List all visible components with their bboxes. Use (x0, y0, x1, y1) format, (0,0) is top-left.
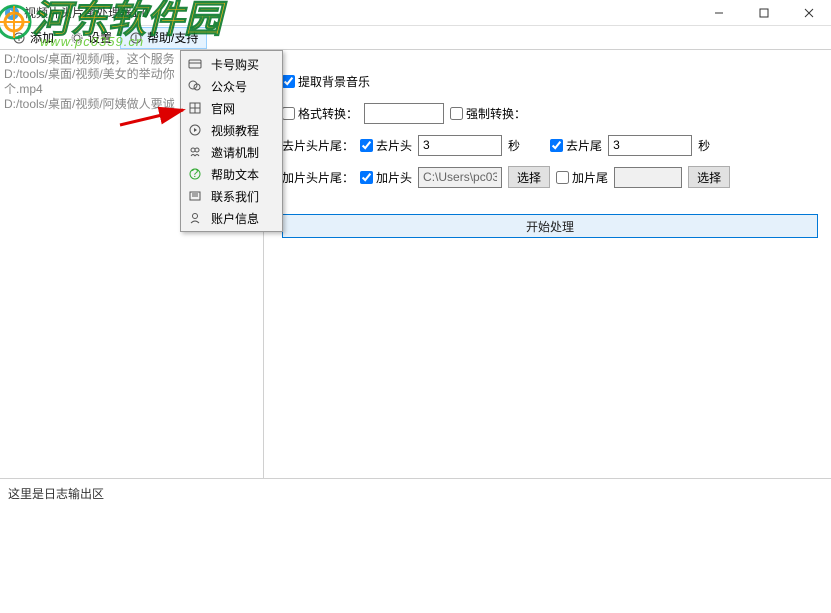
dropdown-label: 卡号购买 (211, 56, 259, 73)
maximize-button[interactable] (741, 0, 786, 26)
dropdown-label: 邀请机制 (211, 144, 259, 161)
help-icon: i (129, 31, 143, 45)
title-bar: 视频片头片尾处理器1.0 (0, 0, 831, 26)
dropdown-item-invite[interactable]: 邀请机制 (183, 141, 280, 163)
app-icon (4, 5, 20, 21)
menu-bar: 添加 设置 i 帮助/支持 (0, 26, 831, 50)
menu-add-label: 添加 (30, 29, 54, 46)
sec-label: 秒 (508, 137, 520, 154)
dropdown-item-contact[interactable]: 联系我们 (183, 185, 280, 207)
add-head-checkbox[interactable]: 加片头 (360, 169, 412, 186)
add-tail-checkbox[interactable]: 加片尾 (556, 169, 608, 186)
menu-settings[interactable]: 设置 (62, 27, 120, 49)
dropdown-label: 公众号 (211, 78, 247, 95)
dropdown-label: 账户信息 (211, 210, 259, 227)
invite-icon (187, 144, 203, 160)
question-icon: ? (187, 166, 203, 182)
menu-help[interactable]: i 帮助/支持 (120, 27, 207, 49)
video-icon (187, 122, 203, 138)
wechat-icon (187, 78, 203, 94)
contact-icon (187, 188, 203, 204)
dropdown-label: 视频教程 (211, 122, 259, 139)
plus-icon (12, 31, 26, 45)
add-tail-path (614, 167, 682, 188)
menu-settings-label: 设置 (88, 29, 112, 46)
trim-head-checkbox[interactable]: 去片头 (360, 137, 412, 154)
trim-tail-input[interactable] (608, 135, 692, 156)
dropdown-label: 官网 (211, 100, 235, 117)
start-process-button[interactable]: 开始处理 (282, 214, 818, 238)
window-title: 视频片头片尾处理器1.0 (24, 4, 696, 21)
dropdown-label: 联系我们 (211, 188, 259, 205)
menu-help-label: 帮助/支持 (147, 29, 198, 46)
card-icon (187, 56, 203, 72)
select-head-button[interactable]: 选择 (508, 166, 550, 188)
add-head-path (418, 167, 502, 188)
account-icon (187, 210, 203, 226)
svg-text:i: i (135, 32, 138, 44)
dropdown-item-card[interactable]: 卡号购买 (183, 53, 280, 75)
format-convert-checkbox[interactable]: 格式转换： (282, 105, 358, 122)
dropdown-item-wechat[interactable]: 公众号 (183, 75, 280, 97)
dropdown-item-helptext[interactable]: ? 帮助文本 (183, 163, 280, 185)
extract-bgm-checkbox[interactable]: 提取背景音乐 (282, 73, 370, 90)
force-convert-checkbox[interactable]: 强制转换： (450, 105, 526, 122)
trim-head-input[interactable] (418, 135, 502, 156)
log-placeholder: 这里是日志输出区 (8, 487, 104, 501)
dropdown-item-website[interactable]: 官网 (183, 97, 280, 119)
trim-label: 去片头片尾： (282, 137, 354, 154)
minimize-button[interactable] (696, 0, 741, 26)
log-output: 这里是日志输出区 (0, 479, 831, 613)
close-button[interactable] (786, 0, 831, 26)
menu-add[interactable]: 添加 (4, 27, 62, 49)
select-tail-button[interactable]: 选择 (688, 166, 730, 188)
help-dropdown: 卡号购买 公众号 官网 视频教程 邀请机制 ? 帮助文本 联系我们 账户信息 (180, 50, 283, 232)
trim-tail-checkbox[interactable]: 去片尾 (550, 137, 602, 154)
format-input[interactable] (364, 103, 444, 124)
gear-icon (70, 31, 84, 45)
globe-icon (187, 100, 203, 116)
dropdown-item-video[interactable]: 视频教程 (183, 119, 280, 141)
dropdown-item-account[interactable]: 账户信息 (183, 207, 280, 229)
sec-label: 秒 (698, 137, 710, 154)
add-label: 加片头片尾： (282, 169, 354, 186)
svg-text:?: ? (192, 167, 199, 180)
dropdown-label: 帮助文本 (211, 166, 259, 183)
